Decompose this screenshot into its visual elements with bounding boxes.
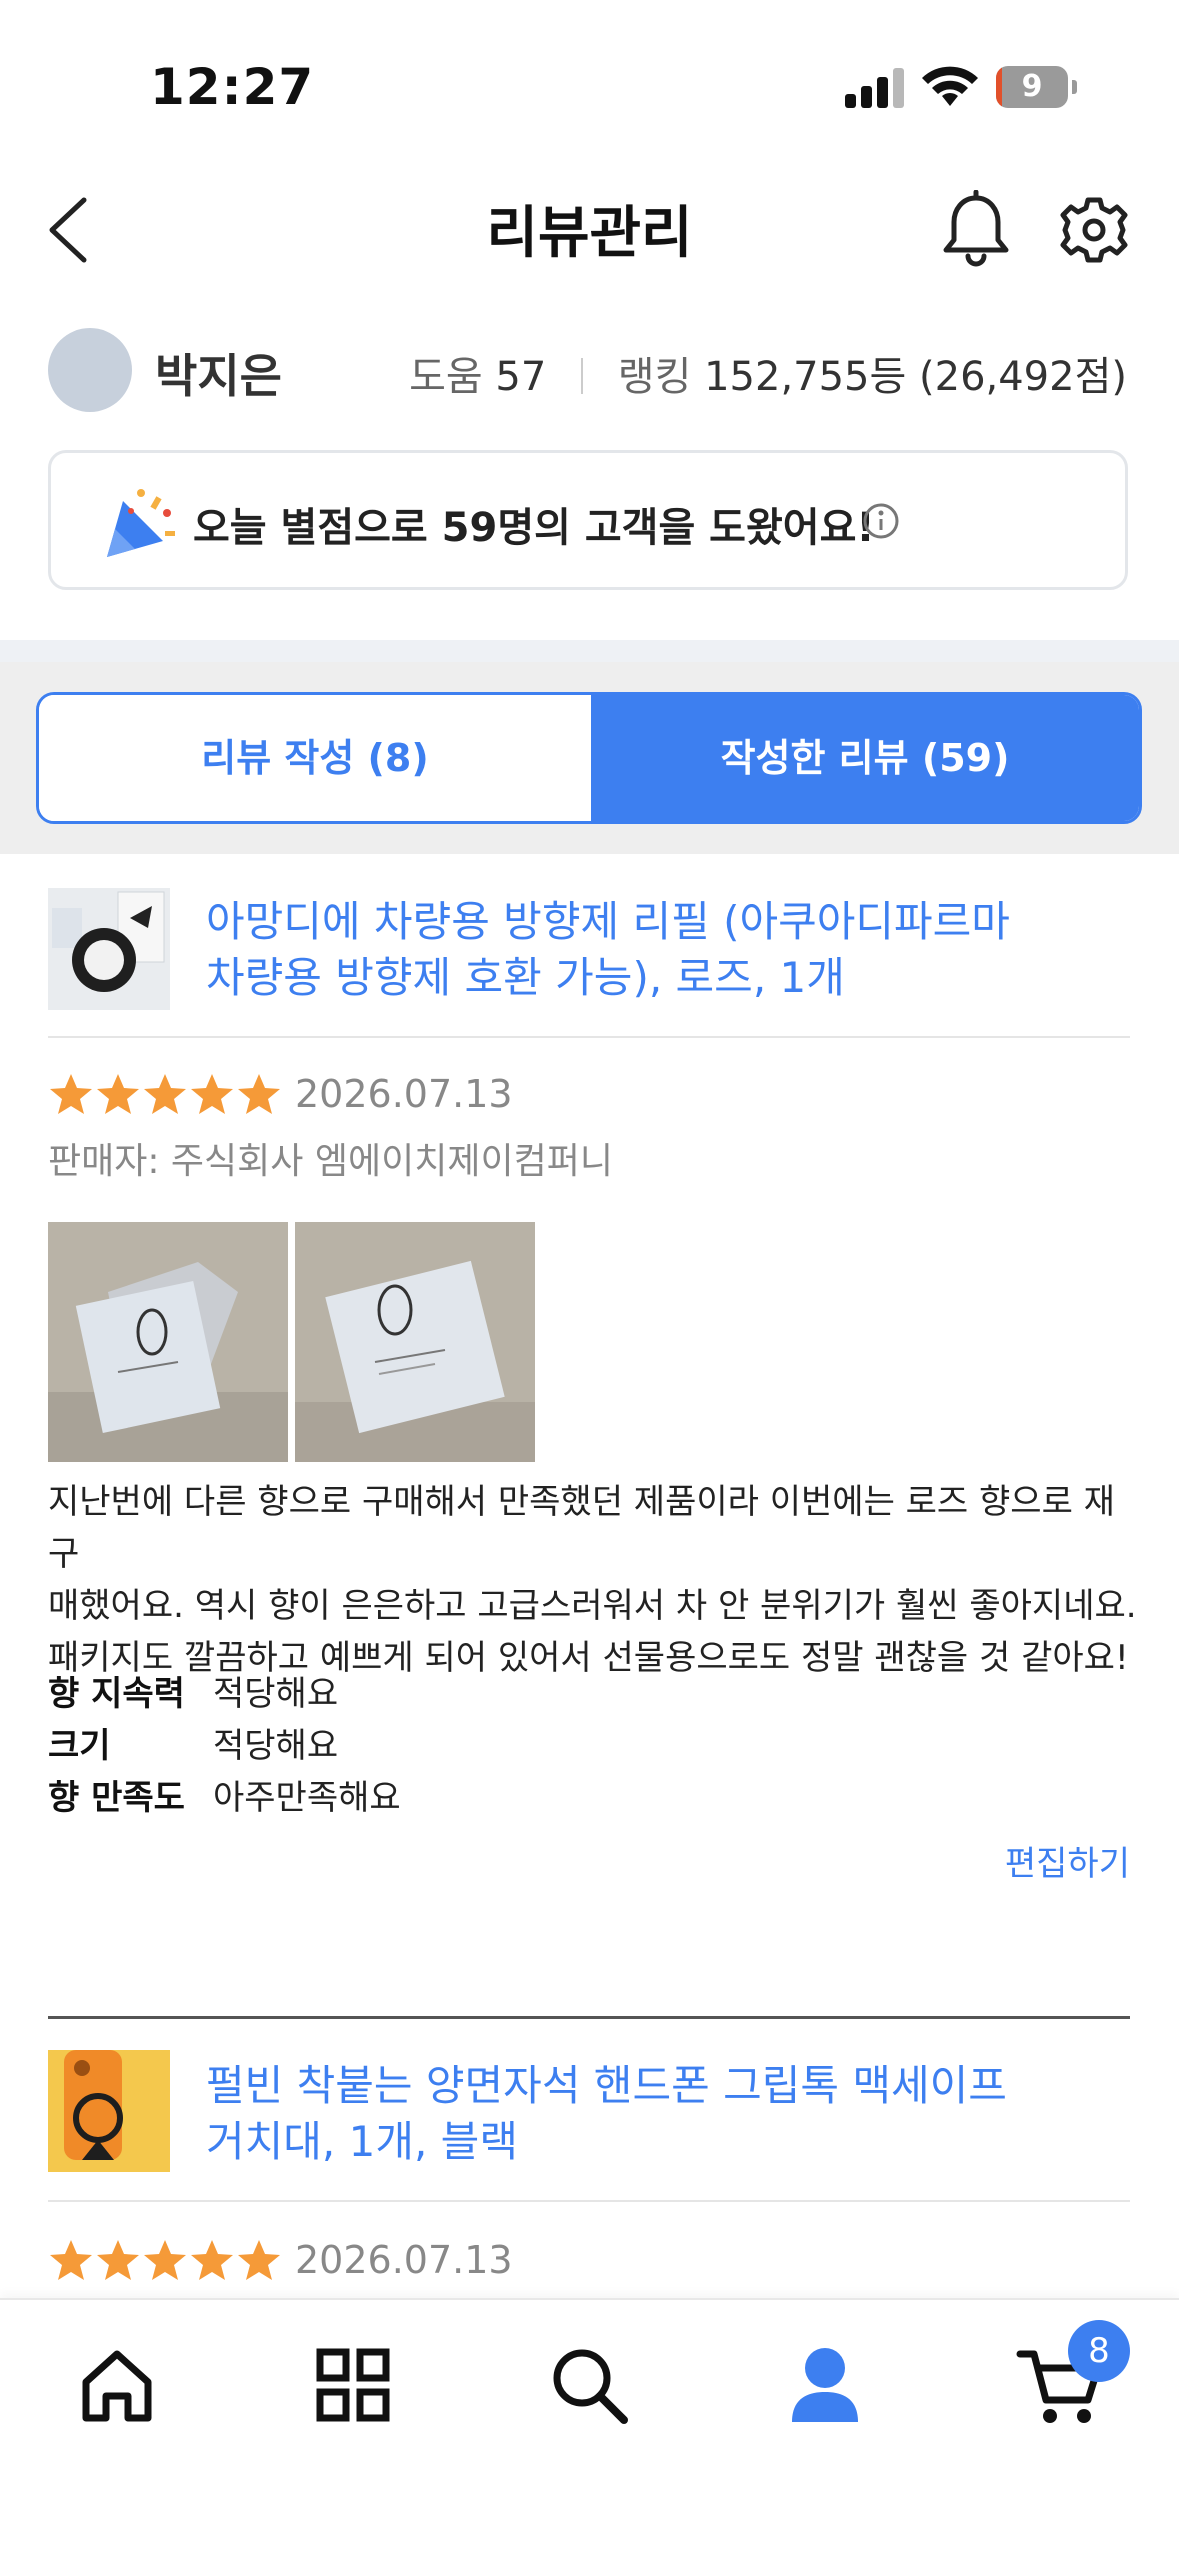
star-icon: [238, 2240, 280, 2280]
banner-text: 오늘 별점으로 59명의 고객을 도왔어요!: [193, 505, 875, 551]
categories-icon[interactable]: [308, 2340, 398, 2430]
status-bar: 12:27 9: [0, 0, 1179, 160]
product-thumbnail[interactable]: [48, 888, 170, 1010]
star-icon: [50, 2240, 92, 2280]
review-card: 아망디에 차량용 방향제 리필 (아쿠아디파르마 차량용 방향제 호환 가능),…: [48, 884, 1137, 2019]
star-icon: [50, 1074, 92, 1114]
help-banner: 오늘 별점으로 59명의 고객을 도왔어요!: [48, 450, 1128, 590]
edit-review-link[interactable]: 편집하기: [1005, 1836, 1130, 1885]
star-icon: [144, 1074, 186, 1114]
attribute-value: 적당해요: [213, 1726, 339, 1766]
review-body: 지난번에 다른 향으로 구매해서 만족했던 제품이라 이번에는 로즈 향으로 재…: [48, 1476, 1138, 1684]
review-body-line: 패키지도 깔끔하고 예쁘게 되어 있어서 선물용으로도 정말 괜찮을 것 같아요…: [48, 1638, 1129, 1678]
battery-level: 9: [1021, 69, 1043, 104]
tab-write-review[interactable]: 리뷰 작성 (8): [39, 695, 591, 821]
star-icon: [144, 2240, 186, 2280]
wifi-icon: [922, 66, 978, 106]
bottom-nav: [0, 2298, 1179, 2558]
tab-written-reviews[interactable]: 작성한 리뷰 (59): [591, 695, 1139, 821]
attribute-key: 크기: [48, 1726, 111, 1766]
profile-stats: 도움 57 랭킹 152,755등 (26,492점): [409, 344, 1127, 402]
product-title-line: 펄빈 착붙는 양면자석 핸드폰 그립톡 맥세이프: [206, 2061, 1007, 2110]
battery-icon: 9: [996, 66, 1077, 108]
product-title[interactable]: 펄빈 착붙는 양면자석 핸드폰 그립톡 맥세이프 거치대, 1개, 블랙: [206, 2058, 1007, 2170]
stats-divider: [581, 358, 584, 394]
ranking-value: 152,755등 (26,492점): [704, 354, 1127, 400]
star-icon: [238, 1074, 280, 1114]
product-title-line: 거치대, 1개, 블랙: [206, 2117, 518, 2166]
review-date: 2026.07.13: [295, 1072, 513, 1116]
bell-icon[interactable]: [938, 190, 1014, 270]
review-card: 펄빈 착붙는 양면자석 핸드폰 그립톡 맥세이프 거치대, 1개, 블랙 202…: [48, 2048, 1130, 2298]
ranking-label: 랭킹: [617, 354, 692, 400]
gear-icon[interactable]: [1056, 190, 1132, 270]
divider: [48, 2200, 1130, 2202]
search-icon[interactable]: [544, 2340, 634, 2430]
info-icon[interactable]: [861, 501, 901, 541]
review-body-line: 매했어요. 역시 향이 은은하고 고급스러워서 차 안 분위기가 훨씬 좋아지네…: [48, 1586, 1137, 1626]
my-page-icon[interactable]: [780, 2340, 870, 2430]
star-icon: [191, 2240, 233, 2280]
user-name: 박지은: [155, 349, 282, 403]
review-tabs: 리뷰 작성 (8) 작성한 리뷰 (59): [36, 692, 1142, 824]
product-thumbnail[interactable]: [48, 2050, 170, 2172]
star-icon: [97, 2240, 139, 2280]
review-divider: [48, 2016, 1130, 2019]
header: 리뷰관리: [0, 160, 1179, 290]
attribute-value: 아주만족해요: [213, 1778, 401, 1818]
signal-icon: [845, 66, 905, 108]
seller-name: 판매자: 주식회사 엠에이치제이컴퍼니: [48, 1141, 613, 1182]
tabs-area: 리뷰 작성 (8) 작성한 리뷰 (59): [0, 662, 1179, 854]
home-icon[interactable]: [72, 2340, 162, 2430]
attribute-key: 향 만족도: [48, 1778, 185, 1818]
review-body-line: 지난번에 다른 향으로 구매해서 만족했던 제품이라 이번에는 로즈 향으로 재…: [48, 1482, 1115, 1574]
star-rating: [48, 2238, 283, 2288]
avatar[interactable]: [48, 328, 132, 412]
attribute-key: 향 지속력: [48, 1674, 185, 1714]
divider: [48, 1036, 1130, 1038]
party-popper-icon: [107, 489, 175, 557]
product-title-line: 아망디에 차량용 방향제 리필 (아쿠아디파르마: [206, 897, 1010, 946]
review-date: 2026.07.13: [295, 2238, 513, 2282]
status-time: 12:27: [150, 58, 315, 116]
product-title-line: 차량용 방향제 호환 가능), 로즈, 1개: [206, 953, 845, 1002]
star-icon: [97, 1074, 139, 1114]
cart-badge: 8: [1068, 2320, 1130, 2382]
profile-row: 박지은 도움 57 랭킹 152,755등 (26,492점): [0, 320, 1179, 420]
help-count: 57: [495, 354, 547, 400]
star-rating: [48, 1072, 283, 1122]
star-icon: [191, 1074, 233, 1114]
attribute-value: 적당해요: [213, 1674, 339, 1714]
review-photo[interactable]: [48, 1222, 288, 1462]
product-title[interactable]: 아망디에 차량용 방향제 리필 (아쿠아디파르마 차량용 방향제 호환 가능),…: [206, 894, 1010, 1006]
help-label: 도움: [409, 354, 483, 400]
review-photo[interactable]: [295, 1222, 535, 1462]
section-gap: [0, 640, 1179, 662]
